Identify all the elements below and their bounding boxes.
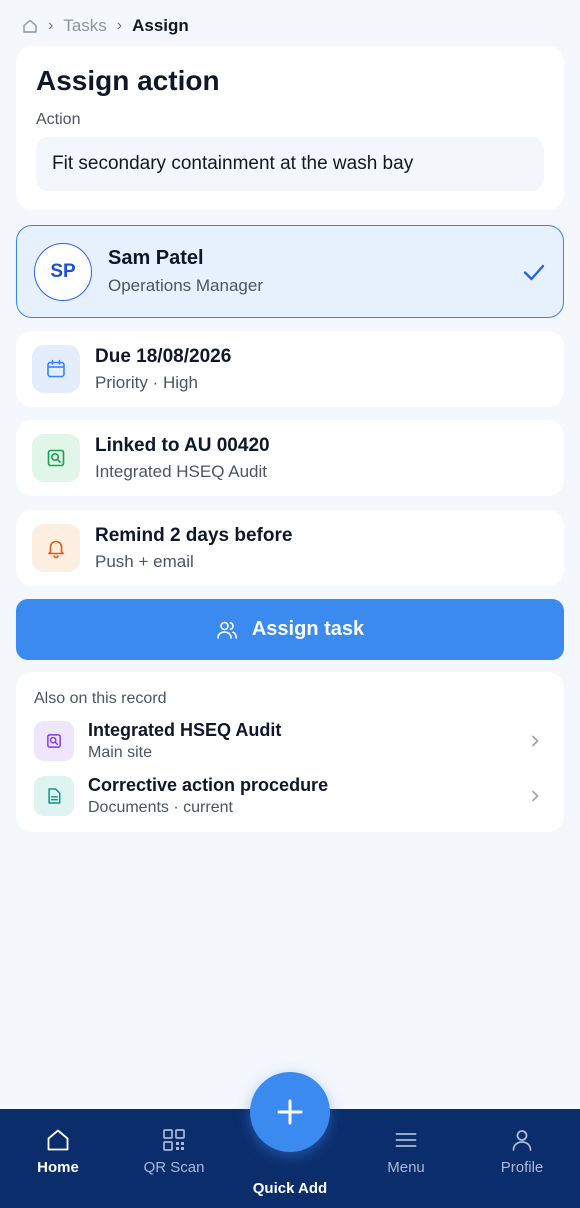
related-record-title: Integrated HSEQ Audit (88, 720, 282, 740)
action-value: Fit secondary containment at the wash ba… (52, 153, 414, 174)
breadcrumb-separator: › (116, 17, 123, 34)
action-card: Assign action Action Fit secondary conta… (16, 46, 564, 210)
assignee-card[interactable]: SP Sam Patel Operations Manager (16, 225, 564, 318)
linked-audit-title: Linked to AU 00420 (95, 434, 270, 456)
home-icon (47, 1129, 69, 1151)
due-date-row[interactable]: Due 18/08/2026 Priority · High (16, 331, 564, 407)
nav-qr-scan-label: QR Scan (143, 1159, 205, 1176)
nav-profile[interactable]: Profile (477, 1127, 567, 1176)
avatar: SP (34, 242, 92, 301)
nav-profile-label: Profile (500, 1159, 544, 1176)
related-record-item[interactable]: Corrective action procedure Documents · … (34, 774, 546, 818)
audit-search-icon (32, 434, 80, 482)
related-record-subtitle: Main site (88, 744, 153, 761)
related-records-card: Also on this record Integrated HSEQ Audi… (16, 672, 564, 832)
document-icon (34, 776, 74, 816)
qr-code-icon (163, 1129, 185, 1151)
reminder-row[interactable]: Remind 2 days before Push + email (16, 510, 564, 586)
related-record-title: Corrective action procedure (88, 775, 329, 795)
related-records-header: Also on this record (34, 690, 167, 707)
related-record-subtitle: Documents · current (88, 799, 233, 816)
linked-audit-row[interactable]: Linked to AU 00420 Integrated HSEQ Audit (16, 420, 564, 496)
nav-menu-label: Menu (387, 1159, 425, 1176)
assignee-name: Sam Patel (108, 247, 204, 269)
assign-task-button[interactable]: Assign task (16, 599, 564, 660)
assign-task-label: Assign task (251, 618, 365, 640)
due-date-title: Due 18/08/2026 (95, 345, 232, 367)
check-icon (523, 264, 545, 280)
action-field[interactable]: Fit secondary containment at the wash ba… (36, 137, 544, 191)
linked-audit-subtitle: Integrated HSEQ Audit (95, 461, 267, 481)
breadcrumb-current: Assign (132, 16, 189, 35)
assignee-role: Operations Manager (108, 276, 263, 295)
home-icon[interactable] (22, 18, 38, 34)
users-icon (217, 621, 237, 639)
related-record-item[interactable]: Integrated HSEQ Audit Main site (34, 719, 546, 763)
due-date-priority: Priority · High (95, 372, 198, 392)
profile-icon (512, 1130, 532, 1151)
chevron-right-icon (532, 790, 539, 802)
quick-add-button[interactable] (250, 1072, 330, 1152)
bell-icon (32, 524, 80, 572)
audit-search-icon (34, 721, 74, 761)
menu-icon (395, 1133, 417, 1147)
plus-icon (277, 1099, 303, 1125)
page-title: Assign action (36, 65, 220, 96)
nav-home[interactable]: Home (13, 1127, 103, 1176)
calendar-icon (32, 345, 80, 393)
breadcrumb: › Tasks › Assign (22, 14, 189, 38)
nav-qr-scan[interactable]: QR Scan (129, 1127, 219, 1176)
chevron-right-icon (532, 735, 539, 747)
nav-menu[interactable]: Menu (361, 1127, 451, 1176)
reminder-channels: Push + email (95, 551, 194, 571)
reminder-title: Remind 2 days before (95, 524, 293, 546)
breadcrumb-tasks[interactable]: Tasks (63, 16, 106, 36)
nav-home-label: Home (37, 1159, 79, 1176)
quick-add-label: Quick Add (252, 1180, 328, 1197)
action-label: Action (36, 111, 81, 128)
breadcrumb-separator: › (48, 17, 54, 34)
